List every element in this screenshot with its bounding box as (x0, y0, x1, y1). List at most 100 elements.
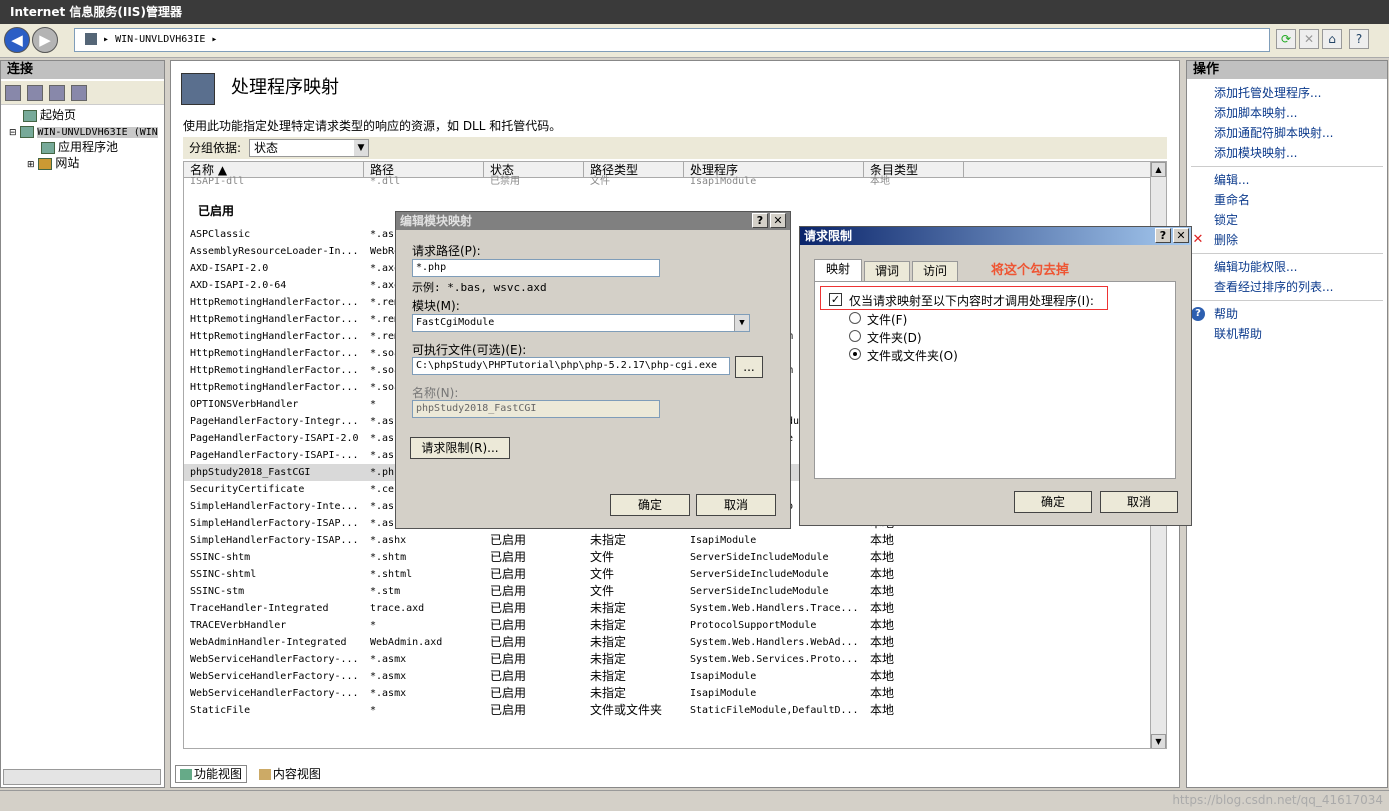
table-cell: HttpRemotingHandlerFactor... (190, 331, 359, 342)
save-icon[interactable] (27, 85, 43, 101)
radio-folder[interactable] (849, 330, 861, 342)
table-cell: PageHandlerFactory-ISAPI-2.0 (190, 433, 359, 444)
dialog-title: 编辑模块映射 (400, 214, 473, 228)
connect-icon[interactable] (5, 85, 21, 101)
back-button[interactable]: ◀ (4, 27, 30, 53)
action-add-module-map[interactable]: 添加模块映射... (1187, 143, 1387, 163)
invoke-only-if-mapped-checkbox[interactable]: ✓ (829, 293, 842, 306)
table-cell: *.asmx (370, 688, 407, 699)
table-cell: 已启用 (490, 618, 527, 632)
refresh-icon[interactable]: ⟳ (1276, 29, 1296, 49)
table-cell: ASPClassic (190, 229, 251, 240)
table-cell: StaticFile (190, 705, 251, 716)
action-delete[interactable]: ✕ 删除 (1187, 230, 1387, 250)
close-icon[interactable]: ✕ (1173, 228, 1189, 243)
chevron-down-icon: ▼ (354, 140, 368, 156)
table-cell: SSINC-shtml (190, 569, 257, 580)
radio-file[interactable] (849, 312, 861, 324)
actions-list: 添加托管处理程序... 添加脚本映射... 添加通配符脚本映射... 添加模块映… (1187, 83, 1387, 344)
edit-module-mapping-dialog: 编辑模块映射 ? ✕ 请求路径(P): *.php 示例: *.bas, wsv… (395, 211, 791, 529)
tree-item-server[interactable]: ⊟ WIN-UNVLDVH63IE (WIN (1, 123, 164, 139)
ghost-cell: 本地 (870, 176, 890, 187)
table-cell: HttpRemotingHandlerFactor... (190, 382, 359, 393)
scroll-up-icon[interactable]: ▲ (1151, 162, 1166, 177)
dialog-title: 请求限制 (804, 229, 853, 243)
help-icon[interactable]: ? (1155, 228, 1171, 243)
exe-input[interactable]: C:\phpStudy\PHPTutorial\php\php-5.2.17\p… (412, 357, 730, 375)
table-cell: 本地 (870, 618, 895, 632)
help-icon[interactable]: ? (1349, 29, 1369, 49)
cancel-button[interactable]: 取消 (696, 494, 776, 516)
action-add-managed-handler[interactable]: 添加托管处理程序... (1187, 83, 1387, 103)
table-cell: PageHandlerFactory-Integr... (190, 416, 359, 427)
help-icon[interactable]: ? (752, 213, 768, 228)
table-cell: HttpRemotingHandlerFactor... (190, 297, 359, 308)
table-row[interactable]: WebServiceHandlerFactory-... *.asmx 已启用 未指定… (184, 668, 1151, 685)
up-icon[interactable] (49, 85, 65, 101)
close-icon[interactable]: ✕ (770, 213, 786, 228)
action-lock[interactable]: 锁定 (1187, 210, 1387, 230)
horizontal-scrollbar[interactable] (3, 769, 161, 785)
table-row[interactable]: SimpleHandlerFactory-ISAP... *.ashx 已启用 未指定… (184, 532, 1151, 549)
table-row[interactable]: TRACEVerbHandler * 已启用 未指定 ProtocolSupportMo… (184, 617, 1151, 634)
action-view-ordered-list[interactable]: 查看经过排序的列表... (1187, 277, 1387, 297)
table-cell: System.Web.Services.Proto... (690, 654, 859, 665)
tree-label: 起始页 (40, 108, 77, 122)
disconnect-icon[interactable] (71, 85, 87, 101)
table-row[interactable]: WebServiceHandlerFactory-... *.asmx 已启用 未指定… (184, 651, 1151, 668)
window-title: Internet 信息服务(IIS)管理器 (0, 0, 1389, 24)
table-row[interactable]: SSINC-stm *.stm 已启用 文件 ServerSideIncludeModu… (184, 583, 1151, 600)
path-input[interactable]: *.php (412, 259, 660, 277)
action-add-script-map[interactable]: 添加脚本映射... (1187, 103, 1387, 123)
tab-access[interactable]: 访问 (912, 261, 958, 281)
home-icon[interactable]: ⌂ (1322, 29, 1342, 49)
tab-mapping[interactable]: 映射 (814, 259, 862, 281)
radio-folder-label: 文件夹(D) (867, 331, 922, 345)
ok-button[interactable]: 确定 (1014, 491, 1092, 513)
tree-item-start[interactable]: 起始页 (1, 107, 164, 123)
separator (1191, 166, 1383, 167)
module-select[interactable]: FastCgiModule ▼ (412, 314, 750, 332)
table-cell: HttpRemotingHandlerFactor... (190, 348, 359, 359)
table-row[interactable]: StaticFile * 已启用 文件或文件夹 StaticFileModule,Def… (184, 702, 1151, 719)
ghost-cell: ISAPI-dll (190, 176, 245, 187)
table-row[interactable]: SSINC-shtml *.shtml 已启用 文件 ServerSideInclude… (184, 566, 1151, 583)
table-cell: 未指定 (590, 618, 627, 632)
name-input[interactable]: phpStudy2018_FastCGI (412, 400, 660, 418)
table-cell: 本地 (870, 652, 895, 666)
table-cell: 未指定 (590, 601, 627, 615)
browse-button[interactable]: ... (735, 356, 763, 378)
cancel-button[interactable]: 取消 (1100, 491, 1178, 513)
action-edit-feature-permissions[interactable]: 编辑功能权限... (1187, 257, 1387, 277)
action-online-help[interactable]: 联机帮助 (1187, 324, 1387, 344)
features-view-tab[interactable]: 功能视图 (175, 765, 248, 783)
scroll-down-icon[interactable]: ▼ (1151, 734, 1166, 748)
request-restrictions-button[interactable]: 请求限制(R)... (410, 437, 510, 459)
table-cell: ProtocolSupportModule (690, 620, 817, 631)
stop-icon[interactable]: ✕ (1299, 29, 1319, 49)
ghost-cell: 文件 (590, 176, 610, 187)
tree-item-sites[interactable]: ⊞ 网站 (1, 155, 164, 171)
expand-icon[interactable]: ⊞ (27, 160, 35, 170)
table-row[interactable]: TraceHandler-Integrated trace.axd 已启用 未指定 Sy… (184, 600, 1151, 617)
action-help[interactable]: ? 帮助 (1187, 304, 1387, 324)
table-cell: TraceHandler-Integrated (190, 603, 329, 614)
action-edit[interactable]: 编辑... (1187, 170, 1387, 190)
table-row[interactable]: WebAdminHandler-Integrated WebAdmin.axd 已启… (184, 634, 1151, 651)
group-by-select[interactable]: 状态 ▼ (249, 139, 369, 157)
table-cell: 未指定 (590, 669, 627, 683)
action-rename[interactable]: 重命名 (1187, 190, 1387, 210)
content-view-tab[interactable]: 内容视图 (255, 766, 325, 784)
radio-file-or-folder[interactable] (849, 348, 861, 360)
ok-button[interactable]: 确定 (610, 494, 690, 516)
tab-verbs[interactable]: 谓词 (864, 261, 910, 281)
table-row[interactable]: SSINC-shtm *.shtm 已启用 文件 ServerSideIncludeMo… (184, 549, 1151, 566)
help-icon: ? (1191, 307, 1205, 321)
invoke-only-if-mapped-label: 仅当请求映射至以下内容时才调用处理程序(I): (849, 294, 1094, 308)
table-row[interactable]: WebServiceHandlerFactory-... *.asmx 已启用 未指定… (184, 685, 1151, 702)
tree-item-apppools[interactable]: 应用程序池 (1, 139, 164, 155)
address-bar[interactable]: ▸ WIN-UNVLDVH63IE ▸ (74, 28, 1270, 52)
collapse-icon[interactable]: ⊟ (9, 128, 17, 138)
action-add-wildcard-script-map[interactable]: 添加通配符脚本映射... (1187, 123, 1387, 143)
forward-button[interactable]: ▶ (32, 27, 58, 53)
